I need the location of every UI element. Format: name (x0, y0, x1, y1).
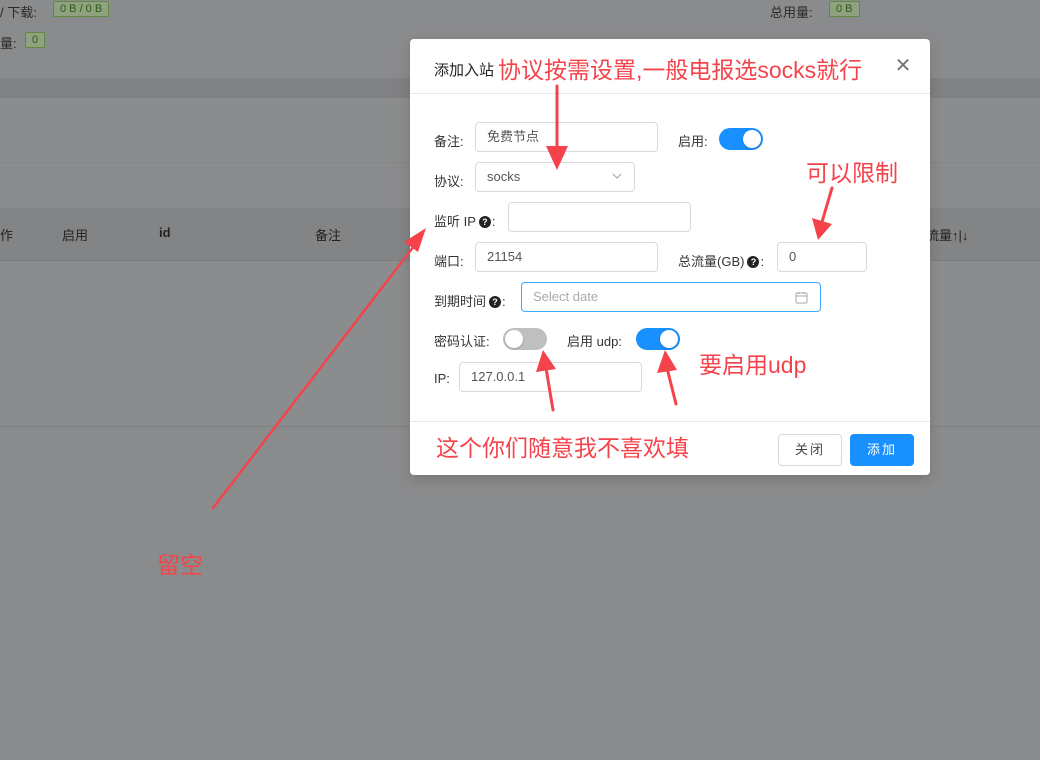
annotation-limit-note: 可以限制 (806, 160, 898, 186)
listen-ip-colon: : (491, 214, 496, 229)
expire-label: 到期时间?: (434, 291, 506, 310)
expire-date-placeholder: Select date (533, 289, 599, 304)
close-button[interactable]: 关闭 (778, 434, 842, 466)
protocol-select[interactable]: socks (475, 162, 635, 192)
bg-th-enable: 启用 (62, 228, 89, 243)
udp-switch-knob (660, 330, 678, 348)
udp-label: 启用 udp: (567, 334, 622, 349)
remark-label: 备注: (434, 134, 464, 149)
bg-th-id: id (159, 225, 171, 240)
protocol-select-value: socks (487, 169, 521, 184)
expire-label-text: 到期时间 (434, 294, 487, 309)
bg-th-remark: 备注 (315, 228, 342, 243)
protocol-label: 协议: (434, 174, 464, 189)
annotation-freeform-note: 这个你们随意我不喜欢填 (436, 435, 689, 461)
total-traffic-label-text: 总流量(GB) (678, 254, 745, 269)
bg-upload-download-tag: 0 B / 0 B (53, 1, 110, 17)
total-traffic-input[interactable]: 0 (777, 242, 867, 272)
enable-switch[interactable] (719, 128, 763, 150)
help-icon[interactable]: ? (478, 216, 491, 228)
annotation-protocol-note: 协议按需设置,一般电报选socks就行 (498, 57, 863, 83)
listen-ip-label-text: 监听 IP (434, 214, 476, 229)
modal-title: 添加入站 (434, 62, 495, 79)
help-icon[interactable]: ? (489, 296, 502, 308)
listen-ip-label: 监听 IP?: (434, 211, 496, 230)
bg-total-usage-label: 总用量: (770, 5, 813, 20)
bg-count-label: 量: (0, 36, 17, 51)
annotation-leave-empty-note: 留空 (157, 552, 203, 578)
listen-ip-input[interactable] (508, 202, 691, 232)
udp-switch[interactable] (636, 328, 680, 350)
enable-switch-knob (743, 130, 761, 148)
total-traffic-colon: : (760, 254, 765, 269)
close-icon[interactable]: ✕ (892, 55, 914, 77)
expire-date-picker[interactable]: Select date (521, 282, 821, 312)
expire-colon: : (502, 294, 506, 309)
remark-input[interactable]: 免费节点 (475, 122, 658, 152)
bg-th-traffic: 流量↑|↓ (926, 228, 969, 243)
ip-label: IP: (434, 371, 450, 386)
bg-total-usage-tag: 0 B (829, 1, 860, 17)
bg-count-tag: 0 (25, 32, 46, 48)
port-label: 端口: (434, 254, 464, 269)
bg-th-action: 作 (0, 228, 14, 243)
total-traffic-label: 总流量(GB)?: (678, 251, 764, 270)
enable-label: 启用: (678, 134, 708, 149)
help-icon[interactable]: ? (747, 256, 760, 268)
bg-upload-download-label: / 下载: (0, 5, 37, 20)
add-inbound-modal: 添加入站 ✕ 备注: 免费节点 启用: 协议: socks 监听 IP?: 端口… (410, 39, 930, 475)
annotation-udp-note: 要启用udp (699, 352, 807, 378)
add-button[interactable]: 添加 (850, 434, 914, 466)
password-auth-switch-knob (505, 330, 523, 348)
ip-input[interactable]: 127.0.0.1 (459, 362, 642, 392)
password-auth-label: 密码认证: (434, 334, 490, 349)
calendar-icon (795, 292, 808, 304)
port-input[interactable]: 21154 (475, 242, 658, 272)
chevron-down-icon (612, 173, 622, 179)
password-auth-switch[interactable] (503, 328, 547, 350)
